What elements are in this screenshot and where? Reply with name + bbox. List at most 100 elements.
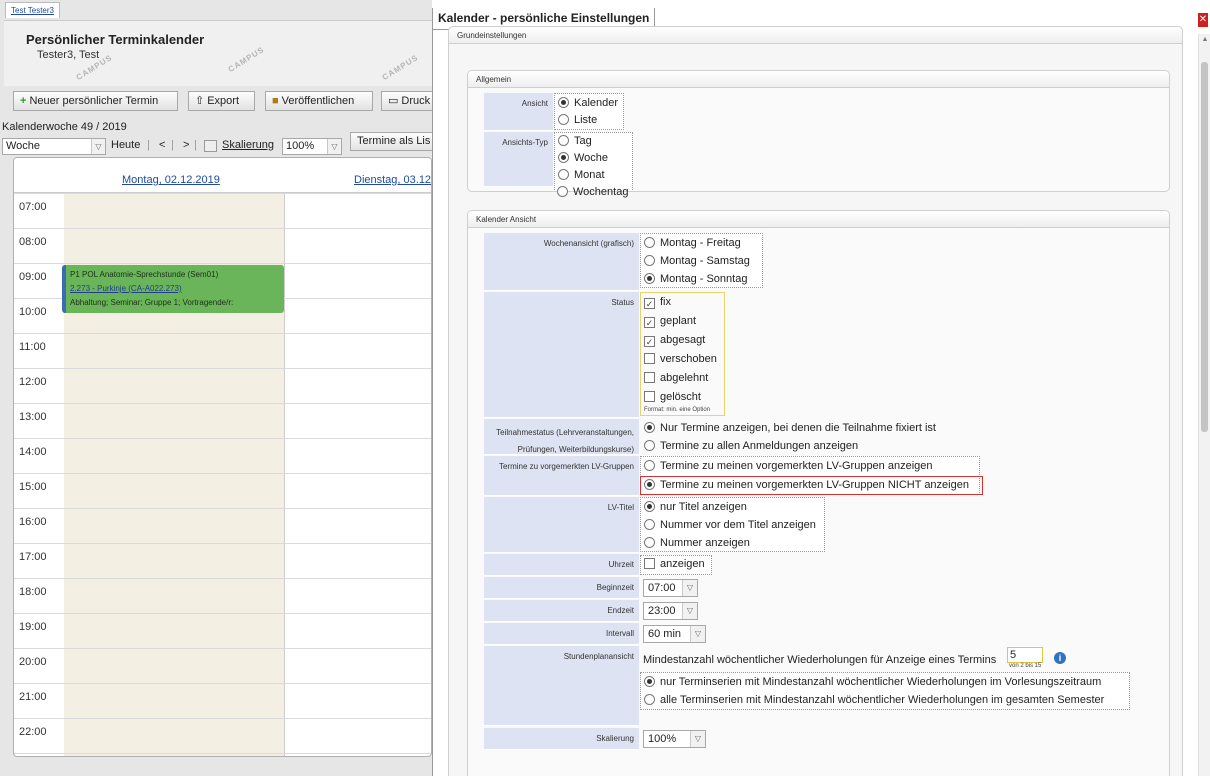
endzeit-select[interactable]: 23:00 ▽ <box>643 602 698 620</box>
new-appointment-button[interactable]: + Neuer persönlicher Termin <box>13 91 178 111</box>
checkbox-status-geplant[interactable]: ✓ geplant <box>644 315 696 328</box>
radio-teilnahme-fixiert[interactable]: Nur Termine anzeigen, bei denen die Teil… <box>644 422 936 435</box>
label-wochenansicht: Wochenansicht (grafisch) <box>484 233 639 291</box>
publish-button[interactable]: ■ Veröffentlichen <box>265 91 373 111</box>
radio-button[interactable] <box>558 169 569 180</box>
radio-lvtitel-nummer-vor[interactable]: Nummer vor dem Titel anzeigen <box>644 519 816 532</box>
hour-label: 12:00 <box>19 376 47 388</box>
checkbox-status-geloescht[interactable]: gelöscht <box>644 391 701 404</box>
checkbox[interactable] <box>644 558 655 569</box>
hour-label: 19:00 <box>19 621 47 633</box>
section-kalender-ansicht: Kalender Ansicht Wochenansicht (grafisch… <box>467 210 1170 776</box>
hour-label: 20:00 <box>19 656 47 668</box>
radio-button[interactable] <box>644 676 655 687</box>
day-header-tuesday[interactable]: Dienstag, 03.12.20 <box>354 174 431 186</box>
radio-button[interactable] <box>644 519 655 530</box>
checkbox[interactable]: ✓ <box>644 336 655 347</box>
radio-lvgruppen-nicht-anzeigen[interactable]: Termine zu meinen vorgemerkten LV-Gruppe… <box>644 479 969 492</box>
label-stundenplanansicht: Stundenplanansicht <box>484 646 639 726</box>
radio-lvtitel-nummer[interactable]: Nummer anzeigen <box>644 537 750 550</box>
print-button[interactable]: ▭ Druck <box>381 91 432 111</box>
radio-button[interactable] <box>644 479 655 490</box>
scrollbar-thumb[interactable] <box>1201 62 1208 432</box>
next-button[interactable]: > <box>183 139 189 151</box>
skalierung-select[interactable]: 100% ▽ <box>643 730 706 748</box>
hour-label: 21:00 <box>19 691 47 703</box>
radio-woche-mo-sa[interactable]: Montag - Samstag <box>644 255 750 268</box>
radio-button[interactable] <box>644 422 655 433</box>
checkbox-status-fix[interactable]: ✓ fix <box>644 296 671 309</box>
radio-ansicht-liste[interactable]: Liste <box>558 114 597 127</box>
watermark-logo: CAMPUS <box>380 52 420 83</box>
radio-button[interactable] <box>644 460 655 471</box>
calendar-day-header: Montag, 02.12.2019 Dienstag, 03.12.20 <box>14 158 431 193</box>
plus-icon: + <box>20 95 27 107</box>
divider: | <box>171 139 174 151</box>
mindestanzahl-input[interactable]: 5 <box>1007 647 1043 663</box>
radio-button[interactable] <box>558 114 569 125</box>
radio-lvtitel-nur-titel[interactable]: nur Titel anzeigen <box>644 501 747 514</box>
radio-button[interactable] <box>558 97 569 108</box>
checkbox[interactable] <box>644 391 655 402</box>
checkbox-status-verschoben[interactable]: verschoben <box>644 353 717 366</box>
close-icon[interactable]: ✕ <box>1198 13 1208 27</box>
radio-button[interactable] <box>644 255 655 266</box>
user-tab[interactable]: Test Tester3 <box>5 2 60 18</box>
radio-button[interactable] <box>644 440 655 451</box>
checkbox[interactable]: ✓ <box>644 317 655 328</box>
chevron-down-icon: ▽ <box>690 626 705 642</box>
today-link[interactable]: Heute <box>111 139 140 151</box>
chevron-down-icon: ▽ <box>91 139 105 154</box>
scale-select[interactable]: 100% ▽ <box>282 138 342 155</box>
checkbox-uhrzeit-anzeigen[interactable]: anzeigen <box>644 558 705 571</box>
section-header-allgemein: Allgemein <box>468 71 1169 88</box>
event-room-link[interactable]: 2.273 - Purkinje (CA-A022.273) <box>70 282 280 296</box>
divider: | <box>147 139 150 151</box>
view-select[interactable]: Woche ▽ <box>2 138 106 155</box>
radio-lvgruppen-anzeigen[interactable]: Termine zu meinen vorgemerkten LV-Gruppe… <box>644 460 933 473</box>
radio-button[interactable] <box>644 501 655 512</box>
hour-line <box>14 333 431 334</box>
radio-button[interactable] <box>558 152 569 163</box>
label-status: Status <box>484 292 639 418</box>
intervall-select[interactable]: 60 min ▽ <box>643 625 706 643</box>
checkbox[interactable] <box>644 372 655 383</box>
radio-teilnahme-alle[interactable]: Termine zu allen Anmeldungen anzeigen <box>644 440 858 453</box>
event-title: P1 POL Anatomie-Sprechstunde (Sem01) <box>70 270 219 279</box>
list-view-button[interactable]: Termine als Lis <box>350 132 432 151</box>
radio-button[interactable] <box>644 537 655 548</box>
dialog-scrollbar[interactable]: ▲ <box>1198 34 1210 776</box>
radio-typ-tag[interactable]: Tag <box>558 135 592 148</box>
radio-serien-vorlesungszeitraum[interactable]: nur Terminserien mit Mindestanzahl wöche… <box>644 676 1101 689</box>
checkbox-status-abgesagt[interactable]: ✓ abgesagt <box>644 334 705 347</box>
calendar-event[interactable]: P1 POL Anatomie-Sprechstunde (Sem01) 2.2… <box>62 265 284 313</box>
radio-typ-monat[interactable]: Monat <box>558 169 605 182</box>
hour-label: 22:00 <box>19 726 47 738</box>
radio-button[interactable] <box>644 694 655 705</box>
export-button[interactable]: ⇧ Export <box>188 91 255 111</box>
radio-typ-wochentag[interactable]: Wochentag <box>557 186 628 199</box>
radio-button[interactable] <box>558 135 569 146</box>
radio-button[interactable] <box>644 237 655 248</box>
radio-typ-woche[interactable]: Woche <box>558 152 608 165</box>
checkbox-status-abgelehnt[interactable]: abgelehnt <box>644 372 708 385</box>
checkbox[interactable] <box>644 353 655 364</box>
hour-label: 08:00 <box>19 236 47 248</box>
info-icon[interactable]: i <box>1054 652 1066 664</box>
radio-woche-mo-fr[interactable]: Montag - Freitag <box>644 237 741 250</box>
hour-line <box>14 613 431 614</box>
page-title: Persönlicher Terminkalender <box>26 32 205 47</box>
beginnzeit-select[interactable]: 07:00 ▽ <box>643 579 698 597</box>
day-header-monday[interactable]: Montag, 02.12.2019 <box>122 174 220 186</box>
prev-button[interactable]: < <box>159 139 165 151</box>
checkbox[interactable]: ✓ <box>644 298 655 309</box>
radio-button[interactable] <box>557 186 568 197</box>
radio-button[interactable] <box>644 273 655 284</box>
radio-serien-semester[interactable]: alle Terminserien mit Mindestanzahl wöch… <box>644 694 1104 707</box>
radio-woche-mo-so[interactable]: Montag - Sonntag <box>644 273 747 286</box>
radio-ansicht-kalender[interactable]: Kalender <box>558 97 618 110</box>
status-note: Format: min. eine Option <box>644 407 711 413</box>
label-teilnahmestatus: Teilnahmestatus (Lehrveranstaltungen, Pr… <box>484 419 639 455</box>
scroll-up-icon[interactable]: ▲ <box>1201 36 1209 43</box>
scale-link[interactable]: Skalierung <box>222 139 274 151</box>
